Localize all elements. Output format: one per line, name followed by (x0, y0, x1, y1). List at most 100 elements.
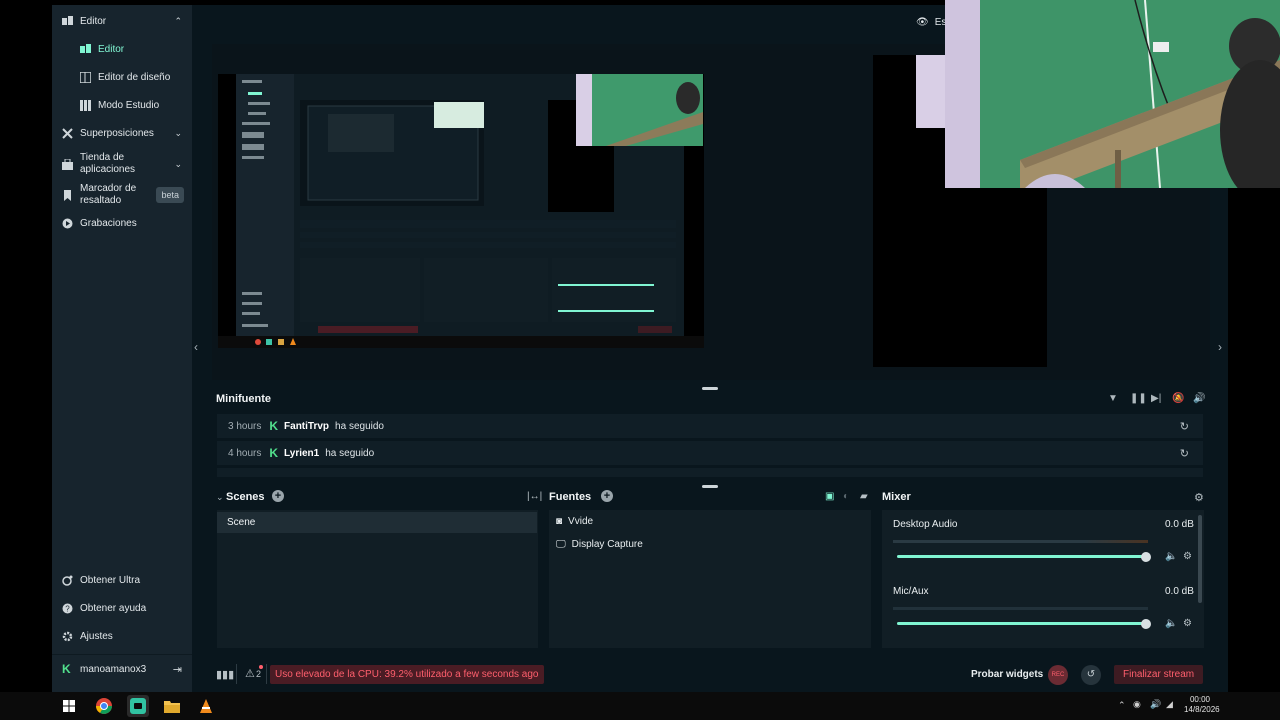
sidebar-item-label: Obtener Ultra (80, 575, 141, 586)
tray-overflow-icon[interactable]: ⌃ (1118, 700, 1126, 711)
gear-icon[interactable]: ⚙ (1183, 618, 1192, 629)
folder-icon[interactable]: ▰ (860, 491, 868, 502)
app-tray-icon[interactable]: ◉ (1133, 699, 1141, 710)
mixer-scrollbar[interactable] (1198, 515, 1202, 603)
repeat-alert-icon[interactable]: ↻ (1180, 447, 1189, 460)
mixer-channel-label: Mic/Aux (893, 586, 929, 597)
sidebar-overlays[interactable]: Superposiciones ⌄ (62, 128, 188, 139)
mixer-channel-db: 0.0 dB (1165, 586, 1194, 597)
wifi-icon[interactable]: ◢ (1166, 699, 1173, 710)
sidebar-item-studio-mode[interactable]: Modo Estudio (80, 100, 188, 111)
volume-icon[interactable]: 🔊 (1193, 393, 1205, 404)
chevron-left-icon[interactable]: ‹ (194, 340, 198, 354)
sidebar-item-label: Marcador de resaltado (80, 183, 137, 206)
replay-buffer-icon[interactable]: ↺ (1081, 665, 1101, 685)
sidebar-ultra[interactable]: Obtener Ultra (62, 575, 188, 586)
volume-slider-handle[interactable] (1141, 619, 1151, 629)
end-stream-button[interactable]: Finalizar stream (1114, 665, 1204, 684)
sidebar-settings[interactable]: Ajustes (62, 631, 188, 642)
repeat-alert-icon[interactable]: ↻ (1180, 420, 1189, 433)
sources-panel (549, 510, 871, 648)
eye-icon: 👁 (916, 17, 929, 28)
speaker-icon[interactable]: 🔈 (1165, 551, 1177, 562)
list-item: 3 hours K FantiTrvp ha seguido ↻ (217, 414, 1203, 438)
mute-alerts-icon[interactable]: 🔕 (1172, 393, 1184, 404)
event-action: ha seguido (325, 447, 375, 459)
source-visibility-icon[interactable]: ◐ (843, 491, 849, 502)
footer-divider (236, 664, 237, 684)
sidebar-item-label: Editor de diseño (98, 72, 171, 83)
svg-text:?: ? (65, 605, 70, 614)
skip-icon[interactable]: ▶| (1151, 393, 1161, 404)
volume-meter (893, 607, 1148, 610)
add-source-icon[interactable]: + (601, 490, 613, 502)
webcam-preview-small (576, 74, 703, 146)
studio-mode-icon (80, 100, 91, 111)
highlighter-icon (64, 189, 71, 201)
gear-icon[interactable]: ⚙ (1183, 551, 1192, 562)
source-item[interactable]: ◙ Vvide (556, 516, 593, 527)
selective-recording-icon[interactable]: ▣ (825, 491, 834, 502)
speaker-icon[interactable]: 🔈 (1165, 618, 1177, 629)
volume-icon[interactable]: 🔊 (1150, 699, 1161, 710)
streamlabs-logo-icon: K (269, 446, 279, 460)
filter-icon[interactable]: ▼ (1108, 393, 1118, 404)
webcam-overlay (945, 0, 1280, 188)
sidebar-help[interactable]: ? Obtener ayuda (62, 603, 188, 614)
pause-icon[interactable]: ❚❚ (1130, 393, 1147, 404)
sources-title: Fuentes (549, 491, 592, 503)
sidebar-item-label: Grabaciones (80, 218, 137, 229)
sidebar-recordings[interactable]: Grabaciones (62, 218, 188, 229)
file-explorer-icon[interactable] (161, 695, 183, 717)
vlc-icon[interactable] (195, 695, 217, 717)
sidebar-user[interactable]: K manoamanox3 ⇥ (62, 662, 188, 676)
alert-dot (259, 665, 263, 669)
sidebar-item-label: Ajustes (80, 631, 113, 642)
test-widgets-button[interactable]: Probar widgets (971, 669, 1043, 680)
scene-transitions-icon[interactable]: |↔| (527, 491, 542, 502)
overlays-icon (62, 128, 73, 139)
editor-icon (80, 44, 91, 53)
sidebar-app-store[interactable]: Tienda de aplicaciones ⌄ (62, 152, 188, 176)
streamlabs-taskbar-icon[interactable] (127, 695, 149, 717)
taskbar-clock[interactable]: 00:00 14/8/2026 (1184, 695, 1220, 715)
gear-icon[interactable]: ⚙ (1194, 491, 1204, 504)
cpu-warning[interactable]: Uso elevado de la CPU: 39.2% utilizado a… (270, 665, 544, 684)
volume-slider-track[interactable] (897, 622, 1147, 625)
sidebar-item-layout-editor[interactable]: Editor de diseño (80, 72, 188, 83)
alert-count: 2 (256, 669, 262, 679)
volume-meter (893, 540, 1148, 543)
studio-mode-toggle[interactable]: 👁 Es (916, 17, 946, 28)
username: manoamanox3 (80, 664, 147, 675)
logout-icon[interactable]: ⇥ (173, 663, 182, 676)
streamlabs-logo-icon: K (62, 662, 71, 676)
event-action: ha seguido (335, 420, 384, 432)
help-icon: ? (62, 603, 73, 614)
event-user: FantiTrvp (284, 420, 330, 432)
chrome-icon[interactable] (93, 695, 115, 717)
mixer-channel-db: 0.0 dB (1165, 519, 1194, 530)
ultra-icon (62, 575, 73, 586)
chevron-down-icon: ⌄ (174, 159, 182, 169)
source-item[interactable]: 🖵 Display Capture (556, 539, 643, 550)
performance-icon[interactable]: ▮▮▮ (216, 668, 234, 681)
windows-start-icon[interactable] (58, 695, 80, 717)
volume-slider-handle[interactable] (1141, 552, 1151, 562)
warning-icon[interactable]: ⚠ (245, 667, 255, 680)
event-time: 3 hours (228, 420, 262, 432)
panel-resize-handle[interactable] (702, 485, 718, 488)
collapse-chevron-icon[interactable]: ⌄ (216, 492, 224, 503)
monitor-icon: 🖵 (556, 539, 566, 550)
volume-slider-track[interactable] (897, 555, 1147, 558)
panel-resize-handle[interactable] (702, 387, 718, 390)
chevron-up-icon: ⌃ (174, 16, 182, 26)
sidebar-editor-section[interactable]: Editor ⌃ (62, 16, 188, 27)
add-scene-icon[interactable]: + (272, 490, 284, 502)
chevron-right-icon[interactable]: › (1218, 340, 1222, 354)
mixer-panel (882, 510, 1204, 648)
sidebar-highlighter[interactable]: Marcador de resaltado beta (62, 183, 188, 207)
scene-item[interactable]: Scene (217, 512, 537, 533)
sidebar-item-editor[interactable]: Editor (80, 44, 188, 55)
record-button[interactable]: REC (1048, 665, 1068, 685)
editor-icon (62, 16, 73, 25)
